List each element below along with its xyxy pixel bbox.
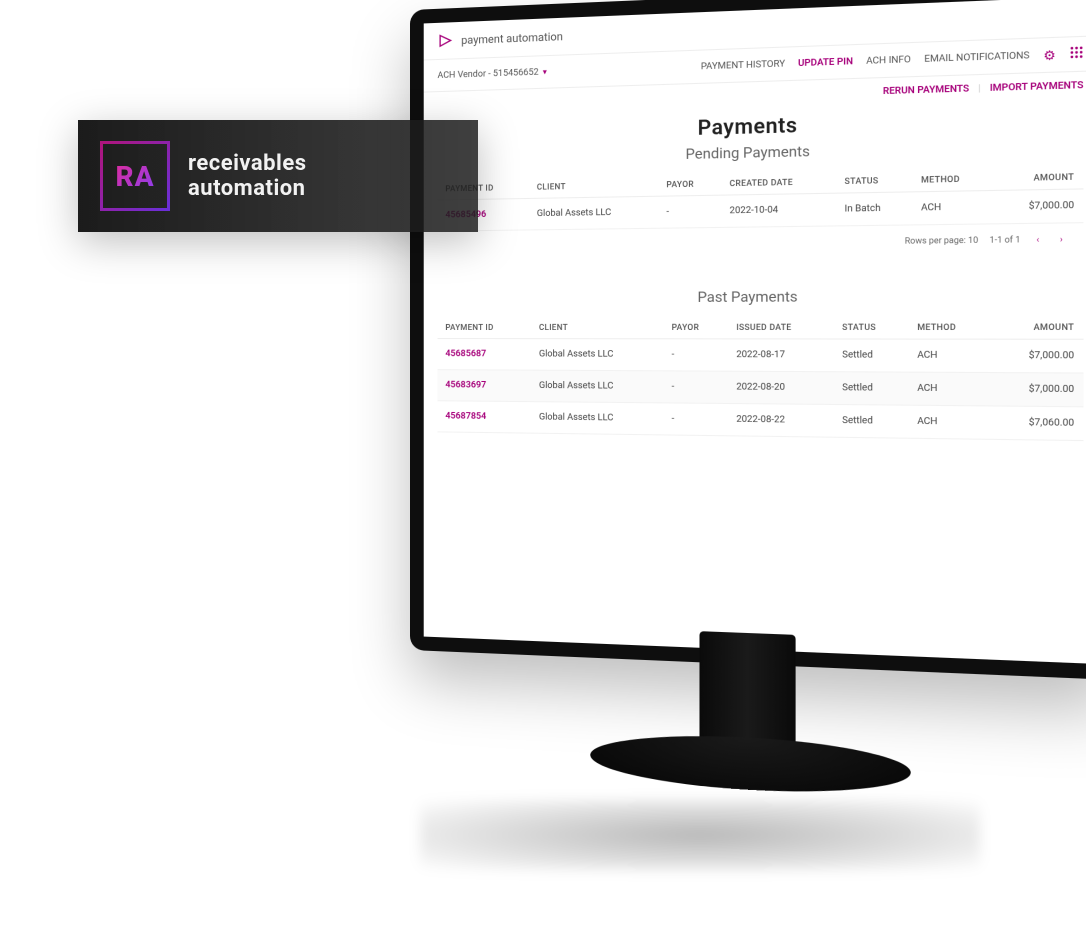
apps-grid-icon[interactable] [1070, 46, 1084, 63]
cell-method: ACH [908, 339, 991, 372]
pager-prev-icon[interactable]: ‹ [1032, 235, 1044, 245]
col-client[interactable]: CLIENT [529, 174, 658, 198]
monitor-shadow [420, 800, 980, 870]
cell-amount: $7,060.00 [991, 406, 1084, 441]
cell-status: In Batch [836, 192, 912, 226]
cell-payor: - [658, 195, 721, 228]
nav-payment-history[interactable]: PAYMENT HISTORY [701, 59, 785, 72]
gear-icon[interactable]: ⚙ [1043, 47, 1055, 63]
cell-amount: $7,000.00 [993, 189, 1084, 224]
ra-badge-icon: RA [100, 141, 170, 211]
pager-rows-label[interactable]: Rows per page: 10 [905, 235, 978, 245]
cell-amount: $7,000.00 [991, 339, 1084, 373]
nav-email-notifications[interactable]: EMAIL NOTIFICATIONS [924, 50, 1029, 64]
past-section: Past Payments PAYMENT ID CLIENT PAYOR IS… [424, 281, 1086, 441]
cell-date: 2022-08-22 [728, 403, 834, 437]
banner-line1: receivables [188, 151, 307, 176]
col-method[interactable]: METHOD [908, 316, 991, 339]
cell-payor: - [663, 339, 727, 371]
cell-method: ACH [908, 405, 991, 439]
app-logo-icon [437, 32, 453, 49]
past-table: PAYMENT ID CLIENT PAYOR ISSUED DATE STAT… [437, 316, 1083, 441]
col-method[interactable]: METHOD [912, 167, 993, 192]
cell-payment-id[interactable]: 45685687 [437, 339, 530, 371]
nav-links: PAYMENT HISTORY UPDATE PIN ACH INFO EMAI… [701, 46, 1084, 75]
monitor-bezel: payment automation ACH Vendor - 51545665… [410, 0, 1086, 680]
cell-date: 2022-08-20 [728, 371, 834, 404]
cell-payor: - [663, 371, 727, 404]
cell-date: 2022-08-17 [728, 339, 834, 372]
import-payments-link[interactable]: IMPORT PAYMENTS [990, 81, 1084, 95]
banner-line2: automation [188, 176, 307, 201]
monitor-mockup: payment automation ACH Vendor - 51545665… [410, 0, 1086, 680]
product-banner: RA receivables automation [78, 120, 478, 232]
col-status[interactable]: STATUS [833, 316, 908, 339]
cell-status: Settled [833, 339, 908, 372]
cell-method: ACH [908, 372, 991, 406]
chevron-down-icon: ▾ [543, 67, 547, 76]
cell-date: 2022-10-04 [721, 193, 836, 227]
ra-badge-text: RA [115, 160, 154, 193]
cell-method: ACH [912, 190, 993, 224]
table-row[interactable]: 45687854 Global Assets LLC - 2022-08-22 … [437, 401, 1083, 441]
col-amount[interactable]: AMOUNT [991, 316, 1084, 339]
pager-range: 1-1 of 1 [990, 235, 1021, 245]
cell-status: Settled [833, 404, 908, 438]
monitor-base [590, 729, 910, 799]
pending-section: Pending Payments PAYMENT ID CLIENT PAYOR… [424, 130, 1086, 261]
col-created-date[interactable]: CREATED DATE [721, 170, 836, 195]
col-payor[interactable]: PAYOR [663, 316, 727, 338]
monitor-screen: payment automation ACH Vendor - 51545665… [424, 0, 1086, 664]
vendor-selector[interactable]: ACH Vendor - 515456652 ▾ [437, 67, 546, 81]
cell-status: Settled [833, 372, 908, 405]
past-header-row: PAYMENT ID CLIENT PAYOR ISSUED DATE STAT… [437, 316, 1083, 339]
monitor-neck [699, 631, 795, 750]
cell-amount: $7,000.00 [991, 373, 1084, 407]
col-payor[interactable]: PAYOR [658, 173, 721, 196]
col-payment-id[interactable]: PAYMENT ID [437, 317, 530, 339]
action-separator: | [978, 84, 980, 95]
col-client[interactable]: CLIENT [531, 317, 663, 339]
past-subtitle: Past Payments [437, 281, 1083, 317]
nav-update-pin[interactable]: UPDATE PIN [798, 56, 853, 68]
table-row[interactable]: 45685687 Global Assets LLC - 2022-08-17 … [437, 339, 1083, 374]
cell-client: Global Assets LLC [531, 339, 663, 371]
cell-payment-id[interactable]: 45683697 [437, 370, 530, 402]
cell-client: Global Assets LLC [529, 196, 658, 230]
cell-payment-id[interactable]: 45687854 [437, 401, 530, 433]
col-issued-date[interactable]: ISSUED DATE [728, 316, 834, 339]
app-title: payment automation [461, 30, 563, 47]
col-status[interactable]: STATUS [836, 169, 912, 193]
pager-next-icon[interactable]: › [1055, 234, 1067, 244]
nav-ach-info[interactable]: ACH INFO [866, 54, 911, 66]
vendor-label: ACH Vendor - 515456652 [437, 67, 538, 81]
rerun-payments-link[interactable]: RERUN PAYMENTS [883, 84, 969, 97]
col-amount[interactable]: AMOUNT [993, 165, 1084, 190]
cell-payor: - [663, 403, 727, 436]
cell-client: Global Assets LLC [531, 402, 663, 435]
banner-text: receivables automation [188, 151, 307, 202]
app-root: payment automation ACH Vendor - 51545665… [424, 0, 1086, 441]
cell-client: Global Assets LLC [531, 370, 663, 403]
